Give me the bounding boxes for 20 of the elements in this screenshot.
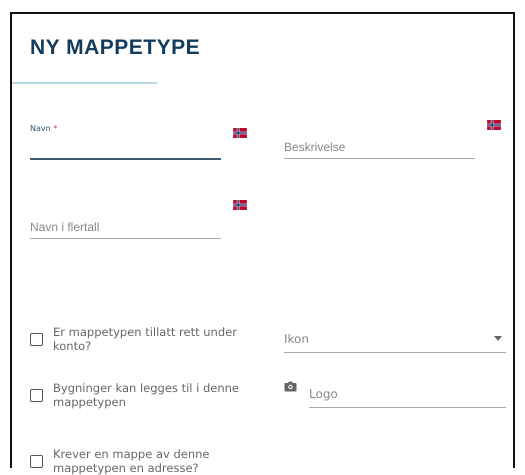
checkbox[interactable] [30, 389, 43, 402]
text-input[interactable]: Navn i flertall [30, 220, 221, 234]
flag-icon [233, 200, 247, 210]
dialog-title: NY MAPPETYPE [30, 36, 202, 60]
checkbox[interactable] [30, 455, 43, 468]
caret-icon [494, 336, 502, 341]
flag-icon [487, 120, 501, 130]
checkbox[interactable] [30, 333, 43, 346]
text-field[interactable]: Beskrivelse [284, 120, 475, 159]
logo-field[interactable]: Logo [309, 381, 506, 408]
flag-icon [233, 128, 247, 138]
checkbox-label: Bygninger kan legges til i denne mappetypen [53, 381, 240, 409]
checkbox-label: Er mappetypen tillatt rett under konto? [53, 325, 238, 353]
text-field[interactable]: Navn * [30, 120, 221, 160]
text-input[interactable]: Beskrivelse [284, 140, 475, 154]
camera-icon[interactable] [284, 381, 297, 392]
text-field[interactable]: Navn i flertall [30, 200, 221, 239]
checkbox-label: Krever en mappe av denne mappetypen en adresse? [53, 447, 210, 475]
icon-select[interactable]: Ikon [284, 325, 506, 353]
field-label: Navn * [30, 124, 58, 133]
